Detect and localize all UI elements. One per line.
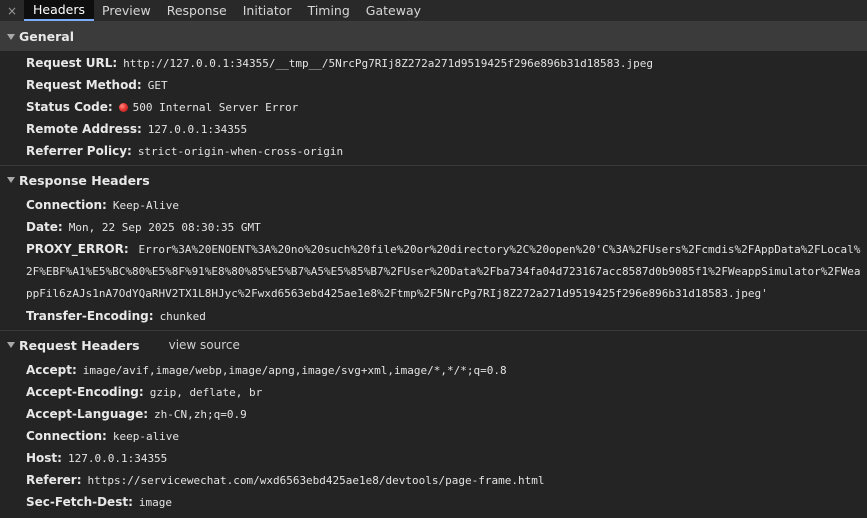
header-key: Referrer Policy:: [26, 144, 132, 158]
header-key: Accept:: [26, 363, 77, 377]
general-section: Request URL: http://127.0.0.1:34355/__tm…: [0, 52, 867, 166]
request-row-accept-language: Accept-Language: zh-CN,zh;q=0.9: [0, 403, 867, 425]
request-row-connection: Connection: keep-alive: [0, 425, 867, 447]
header-key: Host:: [26, 451, 62, 465]
general-row-request-url: Request URL: http://127.0.0.1:34355/__tm…: [0, 52, 867, 74]
header-value: 127.0.0.1:34355: [147, 122, 248, 136]
header-value: keep-alive: [112, 429, 180, 443]
collapse-triangle-icon: [7, 177, 15, 183]
header-key: Request Method:: [26, 78, 142, 92]
header-value: chunked: [159, 309, 206, 323]
header-key: Referer:: [26, 473, 82, 487]
header-value: http://127.0.0.1:34355/__tmp__/5NrcPg7RI…: [123, 56, 653, 70]
header-key: Request URL:: [26, 56, 118, 70]
tab-response[interactable]: Response: [159, 0, 235, 21]
tab-headers[interactable]: Headers: [24, 0, 95, 21]
tab-initiator[interactable]: Initiator: [235, 0, 300, 21]
response-row-proxy-error: PROXY_ERROR: Error%3A%20ENOENT%3A%20no%2…: [0, 238, 867, 305]
header-value: strict-origin-when-cross-origin: [137, 144, 344, 158]
general-row-status-code: Status Code: 500 Internal Server Error: [0, 96, 867, 118]
request-row-sec-fetch-dest: Sec-Fetch-Dest: image: [0, 491, 867, 513]
header-key: Connection:: [26, 429, 107, 443]
headers-panel: General Request URL: http://127.0.0.1:34…: [0, 22, 867, 518]
request-row-accept: Accept: image/avif,image/webp,image/apng…: [0, 359, 867, 381]
request-row-host: Host: 127.0.0.1:34355: [0, 447, 867, 469]
request-headers-section-title: Request Headers: [19, 337, 140, 353]
header-value: Mon, 22 Sep 2025 08:30:35 GMT: [68, 220, 261, 234]
general-section-title: General: [19, 29, 74, 44]
collapse-triangle-icon: [7, 33, 15, 40]
tab-preview[interactable]: Preview: [94, 0, 159, 21]
header-value: GET: [147, 78, 168, 92]
response-row-transfer-encoding: Transfer-Encoding: chunked: [0, 305, 867, 327]
header-key: Connection:: [26, 198, 107, 212]
header-value: 500 Internal Server Error: [132, 100, 299, 114]
header-value: image: [138, 495, 172, 509]
request-row-accept-encoding: Accept-Encoding: gzip, deflate, br: [0, 381, 867, 403]
collapse-triangle-icon: [7, 342, 15, 348]
response-row-connection: Connection: Keep-Alive: [0, 194, 867, 216]
header-key: Transfer-Encoding:: [26, 309, 154, 323]
response-row-date: Date: Mon, 22 Sep 2025 08:30:35 GMT: [0, 216, 867, 238]
general-row-referrer-policy: Referrer Policy: strict-origin-when-cros…: [0, 140, 867, 162]
request-row-sec-fetch-mode: Sec-Fetch-Mode:: [0, 513, 867, 518]
header-key: PROXY_ERROR:: [26, 242, 129, 256]
response-headers-section-title: Response Headers: [19, 172, 150, 188]
header-value: zh-CN,zh;q=0.9: [154, 407, 247, 421]
request-headers-section-toggle[interactable]: Request Headers view source: [0, 331, 867, 359]
general-section-toggle[interactable]: General: [0, 22, 867, 51]
header-key: Accept-Encoding:: [26, 385, 144, 399]
request-row-referer: Referer: https://servicewechat.com/wxd65…: [0, 469, 867, 491]
header-key: Date:: [26, 220, 63, 234]
header-value: image/avif,image/webp,image/apng,image/s…: [82, 363, 507, 377]
tab-gateway[interactable]: Gateway: [358, 0, 429, 21]
general-row-remote-address: Remote Address: 127.0.0.1:34355: [0, 118, 867, 140]
header-value: 127.0.0.1:34355: [67, 451, 168, 465]
response-headers-section: Connection: Keep-Alive Date: Mon, 22 Sep…: [0, 194, 867, 331]
request-headers-section: Accept: image/avif,image/webp,image/apng…: [0, 359, 867, 518]
view-source-link[interactable]: view source: [169, 338, 240, 352]
close-icon[interactable]: ×: [0, 0, 24, 21]
header-key: Status Code:: [26, 100, 113, 114]
header-key: Accept-Language:: [26, 407, 149, 421]
header-key: Sec-Fetch-Dest:: [26, 495, 133, 509]
tab-timing[interactable]: Timing: [300, 0, 358, 21]
header-key: Remote Address:: [26, 122, 142, 136]
devtools-tab-bar: × Headers Preview Response Initiator Tim…: [0, 0, 867, 22]
general-row-request-method: Request Method: GET: [0, 74, 867, 96]
header-value: https://servicewechat.com/wxd6563ebd425a…: [87, 473, 545, 487]
response-headers-section-toggle[interactable]: Response Headers: [0, 166, 867, 194]
header-value: gzip, deflate, br: [149, 385, 263, 399]
status-error-icon: [118, 102, 128, 112]
header-value: Error%3A%20ENOENT%3A%20no%20such%20file%…: [26, 243, 861, 300]
header-value: Keep-Alive: [112, 198, 180, 212]
